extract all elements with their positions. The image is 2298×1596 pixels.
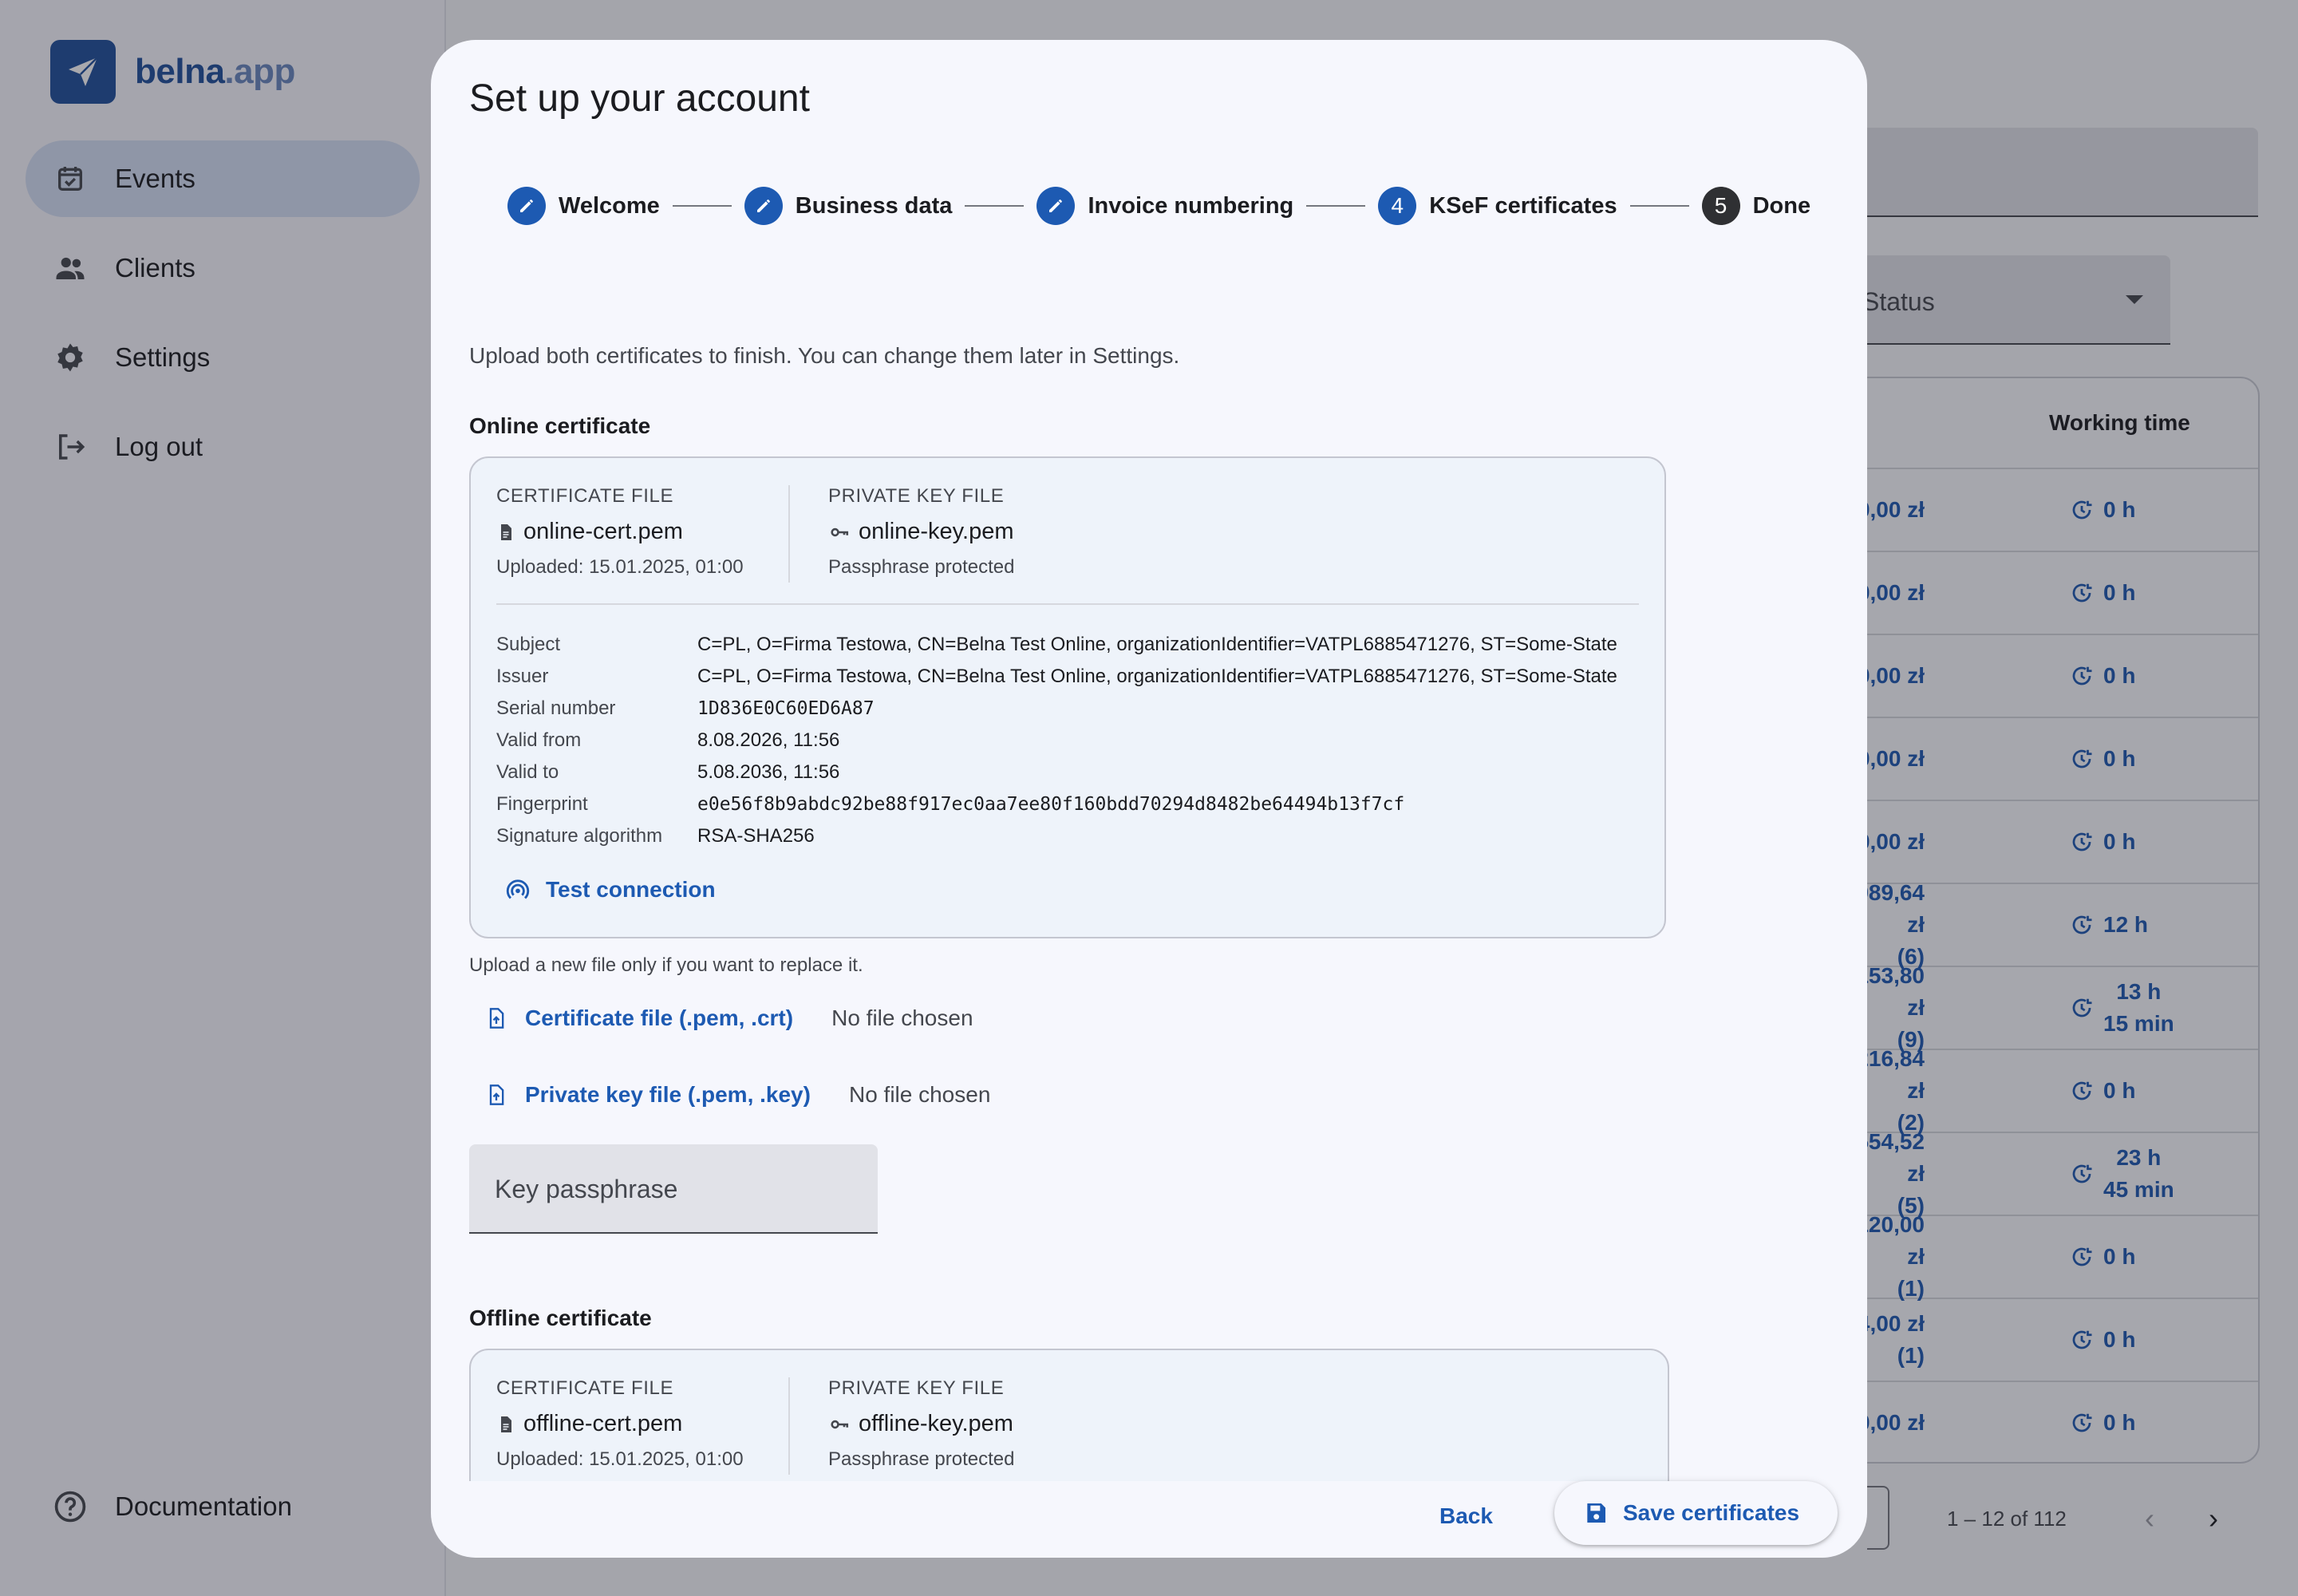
offline-certificate-title: Offline certificate xyxy=(469,1306,652,1330)
detail-label: Signature algorithm xyxy=(496,825,663,847)
key-passphrase-placeholder: Key passphrase xyxy=(495,1175,678,1203)
step-ksef-certificates[interactable]: 4 KSeF certificates xyxy=(1378,187,1617,225)
file-upload-icon xyxy=(485,1005,507,1031)
private-key-file-name: online-key.pem xyxy=(828,519,1014,545)
certificate-files: CERTIFICATE FILE online-cert.pem Uploade… xyxy=(471,458,1664,605)
detail-value: 5.08.2036, 11:56 xyxy=(697,761,840,783)
private-key-file-name: offline-key.pem xyxy=(828,1411,1014,1437)
setup-stepper: Welcome Business data Invoice numbering … xyxy=(507,187,1810,225)
certificate-file-name: offline-cert.pem xyxy=(496,1411,744,1437)
step-label: KSeF certificates xyxy=(1429,192,1617,219)
back-button[interactable]: Back xyxy=(1420,1484,1512,1548)
private-key-upload-status: No file chosen xyxy=(848,1082,991,1107)
online-certificate-card: CERTIFICATE FILE online-cert.pem Uploade… xyxy=(469,456,1666,938)
detail-value: e0e56f8b9abdc92be88f917ec0aa7ee80f160bdd… xyxy=(697,794,1405,815)
replace-hint: Upload a new file only if you want to re… xyxy=(469,954,863,976)
detail-value: RSA-SHA256 xyxy=(697,825,815,847)
key-icon xyxy=(828,522,851,543)
edit-pencil-icon xyxy=(744,187,783,225)
certificate-upload-button[interactable]: Certificate file (.pem, .crt) xyxy=(485,1005,793,1031)
private-key-column: PRIVATE KEY FILE offline-key.pem Passphr… xyxy=(828,1377,1014,1471)
detail-value: C=PL, O=Firma Testowa, CN=Belna Test Onl… xyxy=(697,666,1617,687)
step-connector xyxy=(1306,205,1366,207)
detail-row: Fingerprint e0e56f8b9abdc92be88f917ec0aa7… xyxy=(496,788,1645,820)
step-connector xyxy=(672,205,732,207)
offline-certificate-card: CERTIFICATE FILE offline-cert.pem Upload… xyxy=(469,1349,1669,1481)
certificate-files: CERTIFICATE FILE offline-cert.pem Upload… xyxy=(471,1350,1668,1481)
step-label: Done xyxy=(1752,192,1811,219)
test-connection-button[interactable]: Test connection xyxy=(504,876,716,903)
column-divider xyxy=(788,1377,790,1475)
detail-label: Valid to xyxy=(496,761,559,783)
detail-label: Fingerprint xyxy=(496,793,588,815)
key-icon xyxy=(828,1414,851,1435)
detail-row: Subject C=PL, O=Firma Testowa, CN=Belna T… xyxy=(496,629,1645,661)
save-certificates-label: Save certificates xyxy=(1623,1500,1800,1525)
column-divider xyxy=(788,485,790,583)
step-business-data[interactable]: Business data xyxy=(744,187,953,225)
detail-row: Valid from 8.08.2026, 11:56 xyxy=(496,725,1645,757)
certificate-upload-status: No file chosen xyxy=(831,1005,973,1030)
detail-value: 8.08.2026, 11:56 xyxy=(697,729,840,751)
certificate-upload-row: Certificate file (.pem, .crt) No file ch… xyxy=(485,1005,973,1031)
test-connection-label: Test connection xyxy=(546,877,716,902)
detail-row: Issuer C=PL, O=Firma Testowa, CN=Belna Te… xyxy=(496,661,1645,693)
document-icon xyxy=(496,1414,515,1435)
edit-pencil-icon xyxy=(507,187,546,225)
save-certificates-button[interactable]: Save certificates xyxy=(1554,1481,1838,1545)
certificate-file-name: online-cert.pem xyxy=(496,519,744,545)
dialog-actions: Back Save certificates xyxy=(431,1481,1867,1558)
private-key-column: PRIVATE KEY FILE online-key.pem Passphra… xyxy=(828,485,1014,579)
certificate-file-caption: CERTIFICATE FILE xyxy=(496,485,674,507)
detail-label: Serial number xyxy=(496,697,616,719)
detail-row: Serial number 1D836E0C60ED6A87 xyxy=(496,693,1645,725)
step-done[interactable]: 5 Done xyxy=(1701,187,1811,225)
certificate-file-column: CERTIFICATE FILE online-cert.pem Uploade… xyxy=(496,485,744,579)
private-key-upload-row: Private key file (.pem, .key) No file ch… xyxy=(485,1082,990,1108)
online-certificate-title: Online certificate xyxy=(469,413,651,438)
dialog-title: Set up your account xyxy=(469,77,810,120)
intro-text: Upload both certificates to finish. You … xyxy=(469,343,1180,368)
account-setup-dialog: Set up your account Welcome Business dat… xyxy=(431,40,1867,1558)
document-icon xyxy=(496,522,515,543)
step-invoice-numbering[interactable]: Invoice numbering xyxy=(1036,187,1293,225)
step-connector xyxy=(1629,205,1689,207)
step-number: 5 xyxy=(1701,187,1740,225)
detail-label: Subject xyxy=(496,634,561,655)
detail-row: Signature algorithm RSA-SHA256 xyxy=(496,820,1645,852)
key-passphrase-input[interactable]: Key passphrase xyxy=(469,1144,878,1234)
save-floppy-icon xyxy=(1583,1500,1609,1526)
private-key-caption: PRIVATE KEY FILE xyxy=(828,1377,1005,1399)
detail-label: Valid from xyxy=(496,729,582,751)
certificate-file-caption: CERTIFICATE FILE xyxy=(496,1377,674,1399)
step-connector xyxy=(965,205,1025,207)
certificate-file-column: CERTIFICATE FILE offline-cert.pem Upload… xyxy=(496,1377,744,1471)
private-key-status: Passphrase protected xyxy=(828,1448,1015,1470)
detail-value: 1D836E0C60ED6A87 xyxy=(697,698,875,719)
step-label: Business data xyxy=(795,192,953,219)
signal-icon xyxy=(504,876,531,903)
detail-label: Issuer xyxy=(496,666,549,687)
step-welcome[interactable]: Welcome xyxy=(507,187,660,225)
step-label: Welcome xyxy=(559,192,660,219)
detail-row: Valid to 5.08.2036, 11:56 xyxy=(496,757,1645,788)
step-label: Invoice numbering xyxy=(1088,192,1294,219)
certificate-details: Subject C=PL, O=Firma Testowa, CN=Belna T… xyxy=(496,629,1645,852)
step-number: 4 xyxy=(1378,187,1417,225)
private-key-status: Passphrase protected xyxy=(828,556,1015,578)
private-key-upload-button[interactable]: Private key file (.pem, .key) xyxy=(485,1082,811,1108)
file-upload-icon xyxy=(485,1082,507,1108)
detail-value: C=PL, O=Firma Testowa, CN=Belna Test Onl… xyxy=(697,634,1617,655)
certificate-uploaded-date: Uploaded: 15.01.2025, 01:00 xyxy=(496,556,744,578)
card-divider xyxy=(496,603,1639,605)
dialog-scroll-content[interactable]: Upload both certificates to finish. You … xyxy=(431,303,1867,1481)
private-key-caption: PRIVATE KEY FILE xyxy=(828,485,1005,507)
certificate-uploaded-date: Uploaded: 15.01.2025, 01:00 xyxy=(496,1448,744,1470)
edit-pencil-icon xyxy=(1036,187,1076,225)
